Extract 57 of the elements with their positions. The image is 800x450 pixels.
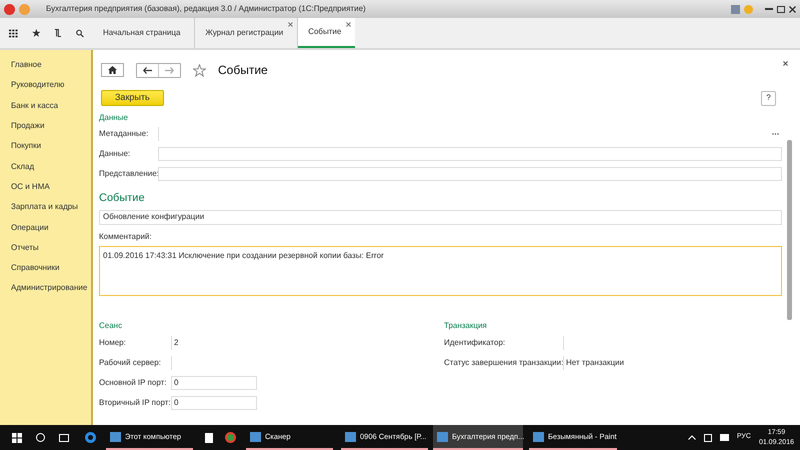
input-field[interactable]: 0 [171,376,257,390]
sidebar-item[interactable]: Зарплата и кадры [0,197,91,218]
field-label: Идентификатор: [444,336,506,348]
history-icon[interactable] [54,28,62,38]
tab-close-icon[interactable] [288,22,294,27]
field-label: Данные: [99,148,132,160]
sidebar-item[interactable]: Продажи [0,116,91,136]
sidebar-item[interactable]: ОС и НМА [0,176,91,198]
left-arrow-icon [143,66,152,74]
star-outline-icon[interactable] [193,64,206,76]
close-form-button[interactable]: Закрыть [101,90,164,106]
field-label: Комментарий: [99,230,153,242]
window-title: Бухгалтерия предприятия (базовая), редакция 3.0 / Администратор (1С:Предприятие) [46,3,366,15]
input-field[interactable]: 0 [171,396,257,410]
tab-close-icon[interactable] [346,22,352,27]
home-icon [108,66,117,74]
form-title: Событие [218,62,268,79]
star-icon[interactable] [32,28,40,38]
restore-icon[interactable] [777,6,785,12]
sidebar-item[interactable]: Операции [0,217,91,238]
chevron-up-icon[interactable] [688,435,696,440]
field-label: Основной IP порт: [99,376,168,388]
sidebar-item[interactable]: Руководителю [0,75,91,96]
field-value: 2 [171,336,257,350]
sidebar-item[interactable]: Покупки [0,136,91,156]
sidebar-item[interactable]: Администрирование [0,278,91,299]
right-arrow-icon [165,66,174,74]
grid-icon[interactable] [9,28,18,38]
search-icon[interactable] [36,433,45,442]
windows-start-icon[interactable] [12,432,22,442]
close-icon[interactable] [783,61,788,66]
field-label: Рабочий сервер: [99,356,162,368]
input-field[interactable] [158,147,782,161]
tab[interactable]: Событие [298,18,356,48]
field-label: Метаданные: [99,128,150,140]
help-button[interactable]: ? [761,90,776,106]
sidebar-item[interactable]: Банк и касса [0,96,91,116]
field-value: Нет транзакции [563,356,782,370]
section-heading: Транзакция [444,320,488,332]
input-field[interactable]: Обновление конфигурации [99,210,782,224]
sidebar-item[interactable]: Справочники [0,258,91,278]
home-button[interactable] [101,63,124,77]
field-label: Представление: [99,168,158,180]
section-heading: Данные [99,112,129,124]
field-label: Вторичный IP порт: [99,396,171,408]
section-heading: Событие [99,191,146,206]
field-label: Номер: [99,336,127,348]
task-view-icon[interactable] [59,434,69,442]
search-icon[interactable] [76,28,84,38]
comment-field[interactable]: 01.09.2016 17:43:31 Исключение при создании резервной копии базы: Error [99,246,782,296]
section-heading: Сеанс [99,320,124,332]
input-field[interactable] [158,167,782,181]
sidebar-item[interactable]: Главное [0,55,91,76]
sidebar-item[interactable]: Склад [0,156,91,177]
sidebar-item[interactable]: Отчеты [0,238,91,258]
field-label: Статус завершения транзакции: [444,356,563,368]
close-icon[interactable] [789,6,796,12]
